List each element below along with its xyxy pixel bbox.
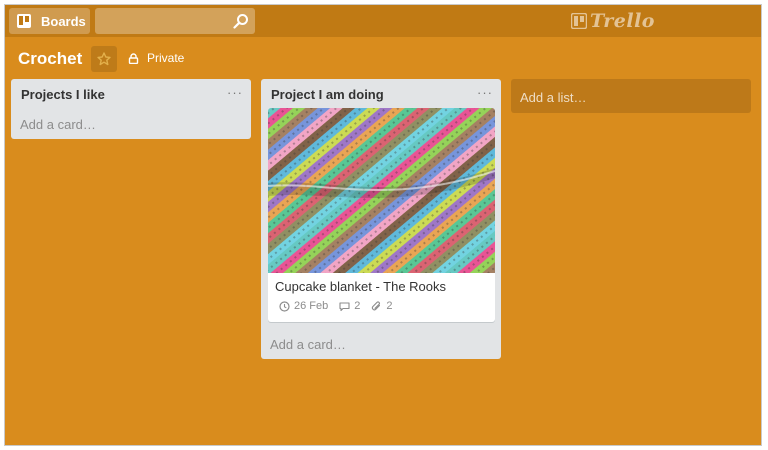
visibility-label: Private [147, 51, 185, 65]
card-cover-image [268, 108, 495, 273]
card-cupcake-blanket[interactable]: Cupcake blanket - The Rooks 26 Feb 2 2 [268, 108, 495, 322]
attachments-count: 2 [386, 300, 393, 312]
search-box[interactable] [95, 8, 255, 34]
list-title[interactable]: Project I am doing [271, 87, 384, 102]
list-title[interactable]: Projects I like [21, 87, 105, 102]
add-list-button[interactable]: Add a list… [511, 79, 751, 113]
star-button[interactable] [91, 46, 117, 72]
attachments-badge: 2 [371, 300, 393, 312]
visibility-button[interactable]: Private [128, 51, 184, 65]
list-projects-i-like: Projects I like ··· Add a card… [11, 79, 251, 139]
card-badges: 26 Feb 2 2 [279, 300, 404, 312]
add-card-link[interactable]: Add a card… [270, 337, 346, 352]
due-date-badge: 26 Feb [279, 300, 328, 312]
clock-icon [279, 300, 290, 312]
search-input[interactable] [95, 8, 241, 34]
trello-logo[interactable]: Trello [571, 10, 655, 32]
boards-button[interactable]: Boards [9, 8, 90, 34]
list-project-i-am-doing: Project I am doing ··· Cupcake blanket -… [261, 79, 501, 359]
star-icon [97, 52, 111, 66]
boards-button-label: Boards [41, 13, 86, 29]
comment-icon [339, 301, 350, 311]
comments-count: 2 [354, 300, 361, 312]
list-menu-button[interactable]: ··· [227, 85, 243, 100]
board-title[interactable]: Crochet [18, 49, 82, 69]
board-page: Boards Trello Crochet Private Projects I… [4, 4, 762, 446]
logo-text: Trello [590, 10, 655, 32]
search-icon[interactable] [233, 13, 249, 29]
comments-badge: 2 [339, 300, 360, 312]
attachment-icon [372, 300, 381, 310]
trello-logo-icon [571, 13, 587, 29]
boards-icon [17, 14, 31, 28]
add-card-link[interactable]: Add a card… [20, 117, 96, 132]
list-menu-button[interactable]: ··· [477, 85, 493, 100]
card-title: Cupcake blanket - The Rooks [275, 279, 447, 294]
lock-icon [128, 52, 139, 64]
due-date-text: 26 Feb [294, 300, 329, 312]
top-header: Boards Trello [5, 5, 761, 37]
